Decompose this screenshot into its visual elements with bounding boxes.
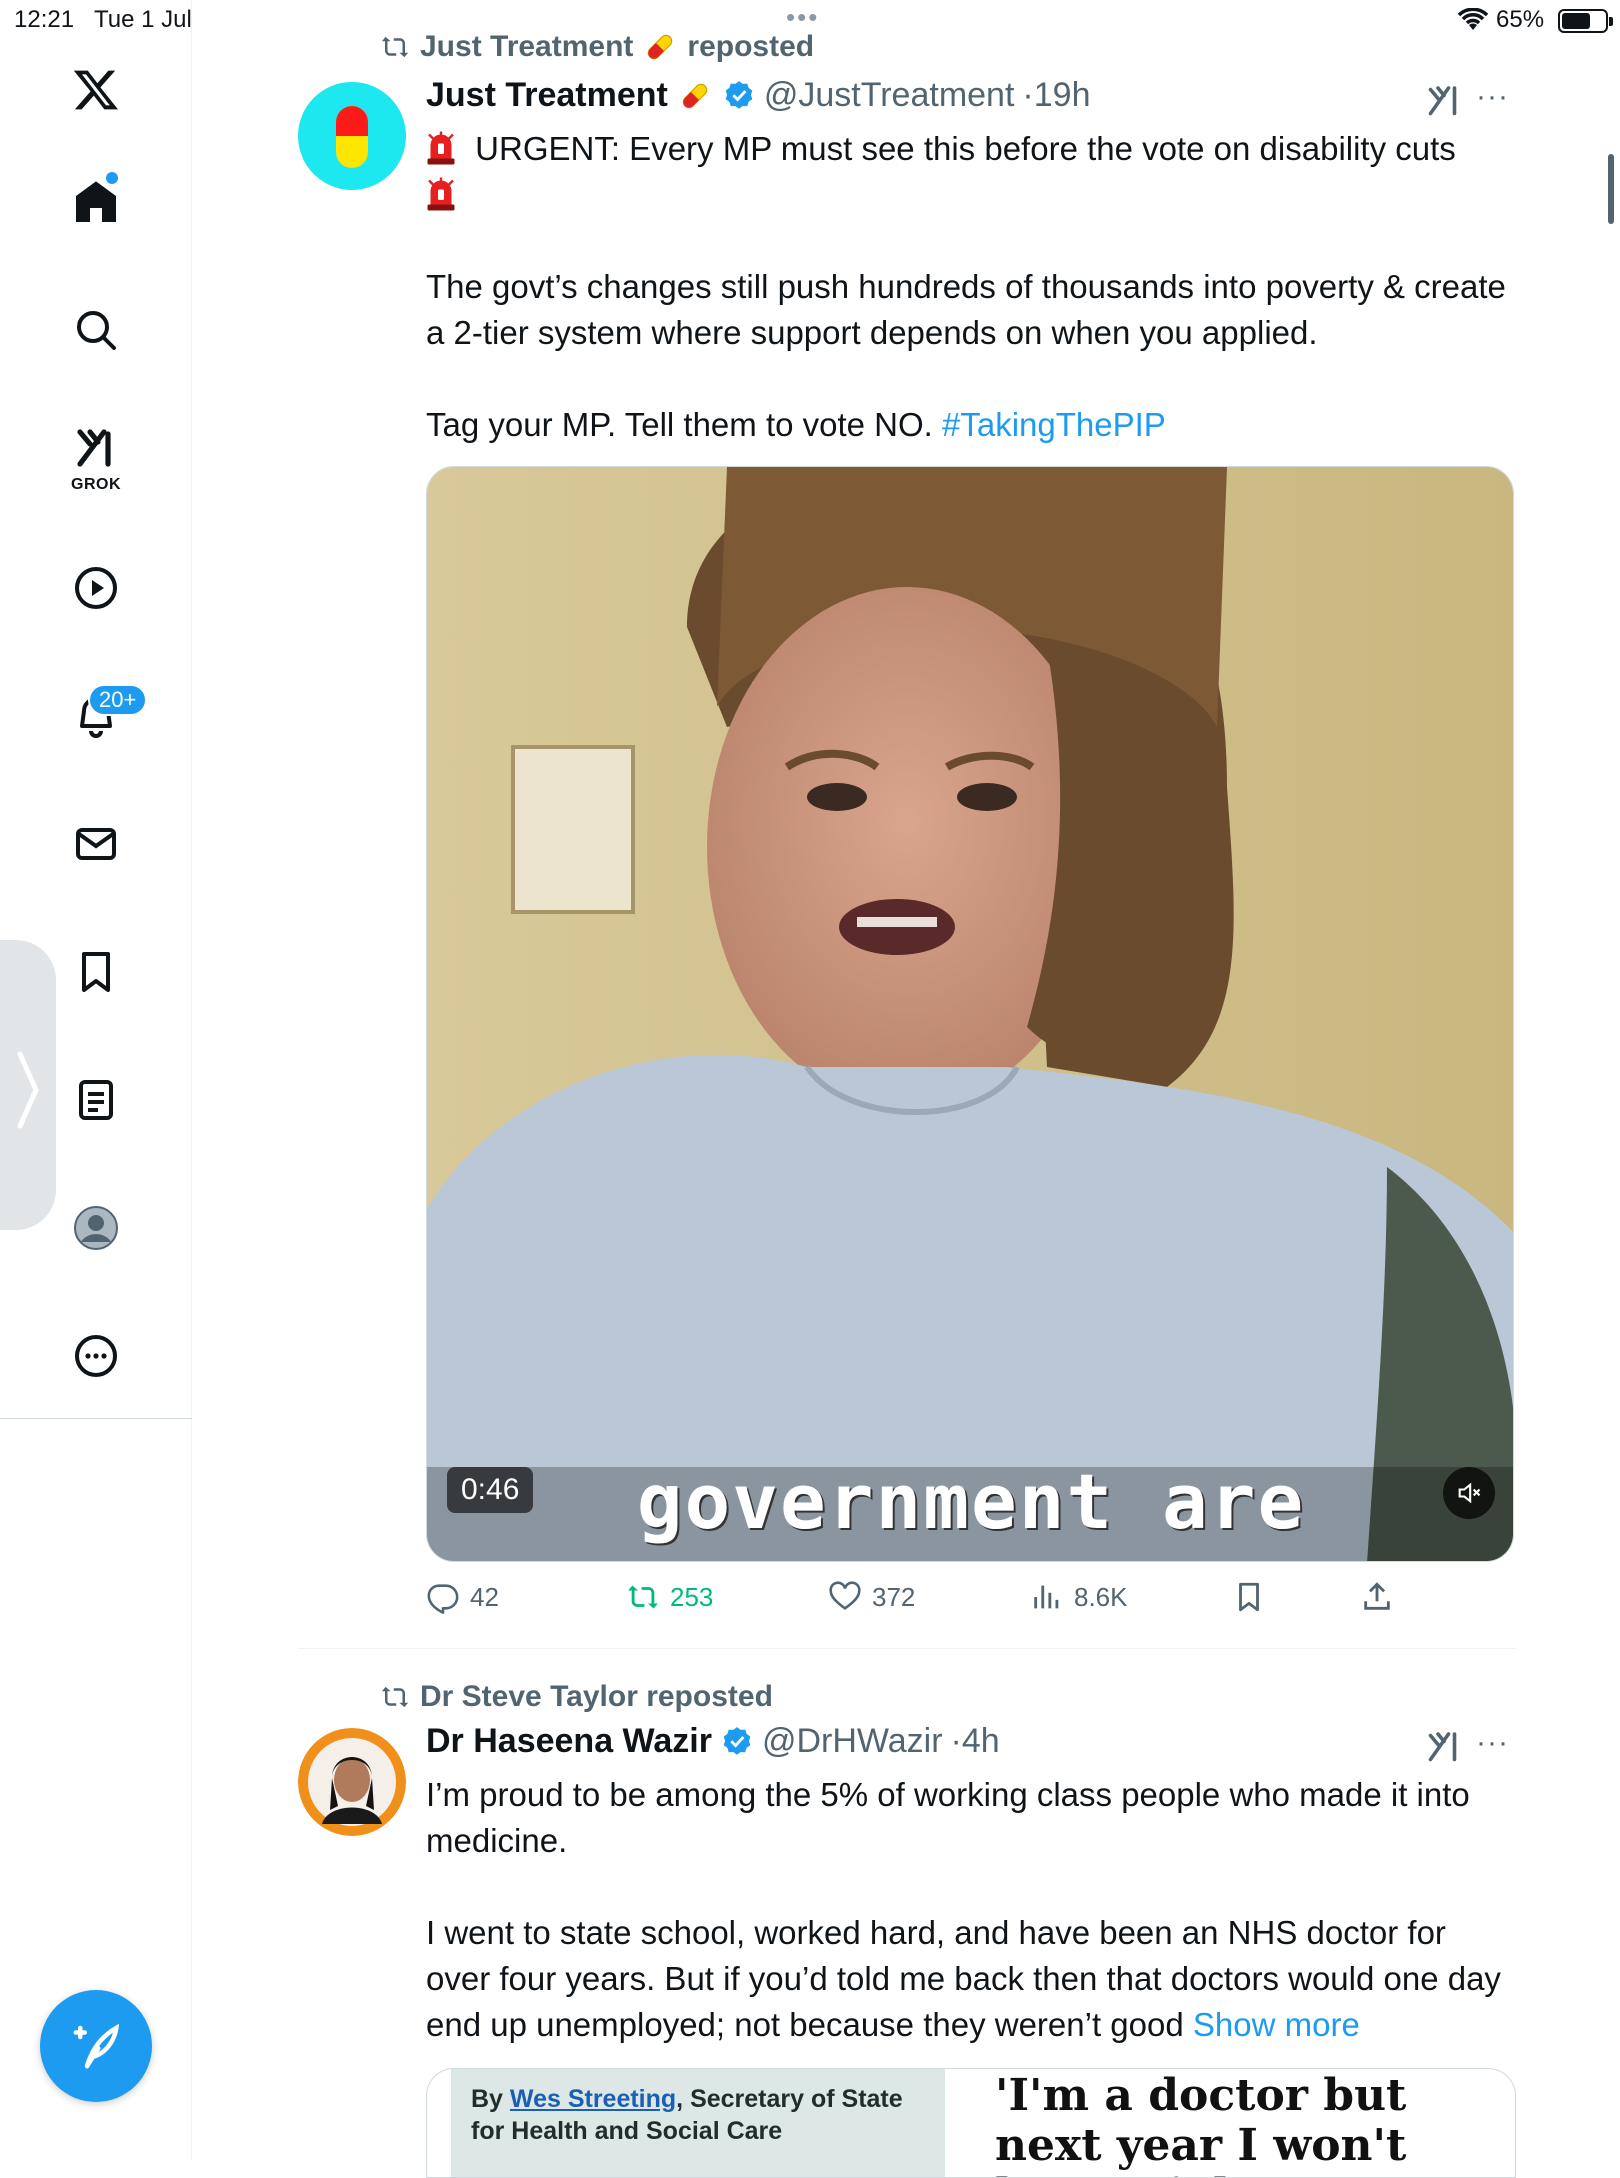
- tweet-body: URGENT: Every MP must see this before th…: [426, 126, 1516, 448]
- wifi-icon: [1457, 7, 1489, 39]
- reply-button[interactable]: 42: [426, 1580, 499, 1614]
- more-icon[interactable]: [66, 1326, 126, 1386]
- tweet-header: Dr Haseena Wazir @DrHWazir ·4h: [426, 1722, 1000, 1761]
- grok-icon[interactable]: [66, 418, 126, 478]
- video-caption: government are: [636, 1457, 1306, 1546]
- repost-icon: [381, 1686, 409, 1708]
- card-author: Wes Streeting: [509, 2085, 677, 2113]
- tweet-paragraph-3: Tag your MP. Tell them to vote NO.: [426, 406, 933, 443]
- x-logo-icon[interactable]: [66, 60, 126, 120]
- reply-count: 42: [470, 1581, 499, 1612]
- repost-by[interactable]: Just Treatment: [420, 30, 633, 64]
- repost-indicator: Dr Steve Taylor reposted: [378, 1680, 773, 1714]
- mail-icon[interactable]: [66, 814, 126, 874]
- hashtag-link[interactable]: #TakingThePIP: [942, 406, 1166, 443]
- sidebar-divider: [0, 1418, 192, 1419]
- home-unread-dot: [106, 172, 118, 184]
- reply-icon: [427, 1584, 459, 1614]
- grok-explain-icon[interactable]: [1426, 1728, 1462, 1764]
- repost-icon: [381, 36, 409, 58]
- tweet-line-1: URGENT: Every MP must see this before th…: [475, 130, 1456, 167]
- author-handle[interactable]: @JustTreatment: [764, 76, 1015, 115]
- card-by: By: [471, 2085, 503, 2113]
- mute-button[interactable]: [1443, 1467, 1495, 1519]
- share-button[interactable]: [1360, 1580, 1394, 1614]
- tweet-time[interactable]: ·19h: [1022, 76, 1090, 115]
- chevron-right-icon: [17, 1051, 39, 1129]
- author-name[interactable]: Just Treatment: [426, 76, 668, 115]
- views-button[interactable]: 8.6K: [1030, 1580, 1128, 1614]
- bookmark-icon[interactable]: [66, 942, 126, 1002]
- siren-icon: [427, 131, 455, 165]
- repost-suffix: reposted: [687, 30, 815, 63]
- repost-by[interactable]: Dr Steve Taylor reposted: [420, 1680, 773, 1714]
- author-name[interactable]: Dr Haseena Wazir: [426, 1722, 712, 1761]
- repost-indicator: Just Treatment reposted: [378, 30, 814, 64]
- verified-badge-icon: [725, 80, 753, 109]
- author-avatar[interactable]: [298, 82, 406, 190]
- play-icon[interactable]: [66, 558, 126, 618]
- view-count: 8.6K: [1074, 1581, 1128, 1612]
- share-icon: [1364, 1582, 1390, 1610]
- profile-avatar-icon[interactable]: [66, 1198, 126, 1258]
- tweet-paragraph-2: The govt’s changes still push hundreds o…: [426, 268, 1506, 351]
- compose-feather-icon: [73, 2023, 120, 2069]
- card-headline: 'I'm a doctor but next year I won't have…: [995, 2070, 1407, 2178]
- pill-icon: [682, 83, 708, 108]
- tweet-more-icon[interactable]: ···: [1476, 80, 1509, 114]
- multitasking-dots[interactable]: •••: [786, 2, 819, 33]
- author-handle[interactable]: @DrHWazir: [762, 1722, 943, 1761]
- show-more-link[interactable]: Show more: [1193, 2006, 1360, 2043]
- video-frame: [427, 467, 1513, 1561]
- notifications-badge: 20+: [88, 684, 148, 716]
- compose-button[interactable]: [40, 1990, 152, 2102]
- muted-speaker-icon: [1458, 1482, 1481, 1504]
- like-count: 372: [872, 1581, 916, 1612]
- tweet-header: Just Treatment @JustTreatment ·19h: [426, 76, 1090, 115]
- repost-count: 253: [670, 1581, 714, 1612]
- heart-icon: [829, 1581, 861, 1610]
- repost-button[interactable]: 253: [626, 1580, 713, 1614]
- grok-explain-icon[interactable]: [1426, 82, 1462, 118]
- repost-icon: [628, 1585, 658, 1609]
- battery-icon: [1558, 9, 1613, 33]
- link-card[interactable]: By Wes Streeting, Secretary of State for…: [426, 2068, 1516, 2178]
- tweet-divider: [298, 1648, 1516, 1649]
- siren-icon: [427, 177, 455, 211]
- author-avatar[interactable]: [298, 1728, 406, 1836]
- video-player[interactable]: 0:46 government are: [426, 466, 1514, 1562]
- bookmark-button[interactable]: [1232, 1580, 1266, 1614]
- verified-badge-icon: [723, 1726, 751, 1755]
- tweet-time[interactable]: ·4h: [951, 1722, 1000, 1761]
- tweet-body: I’m proud to be among the 5% of working …: [426, 1772, 1516, 2048]
- pill-icon: [648, 34, 673, 60]
- battery-percent: 65%: [1496, 6, 1545, 33]
- search-icon[interactable]: [66, 300, 126, 360]
- like-button[interactable]: 372: [828, 1580, 915, 1614]
- bookmark-icon: [1239, 1582, 1259, 1612]
- sidebar-expand-tab[interactable]: [0, 940, 56, 1230]
- tweet-more-icon[interactable]: ···: [1476, 1726, 1509, 1760]
- analytics-icon: [1034, 1585, 1059, 1609]
- tweet-paragraph-1: I’m proud to be among the 5% of working …: [426, 1776, 1470, 1859]
- article-icon[interactable]: [66, 1070, 126, 1130]
- card-byline: By Wes Streeting, Secretary of State for…: [451, 2069, 945, 2177]
- scrollbar[interactable]: [1608, 154, 1614, 224]
- grok-label: GROK: [71, 476, 121, 493]
- tweet-actions: 42 253 372 8.6K: [426, 1580, 1516, 1620]
